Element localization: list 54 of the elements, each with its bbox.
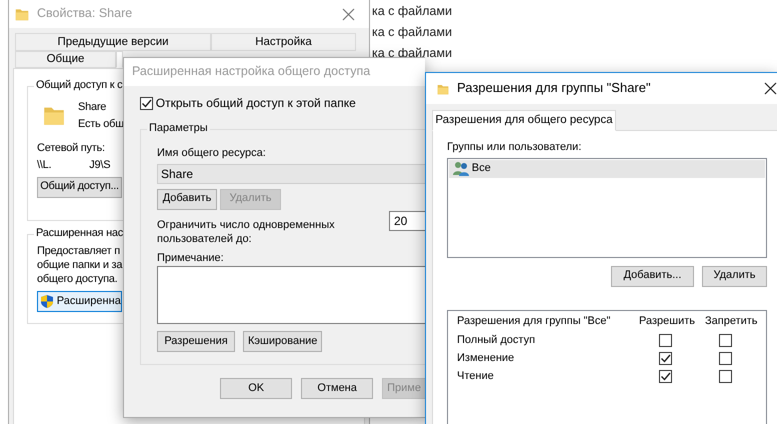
shield-icon: [40, 294, 54, 309]
users-icon: [453, 161, 469, 176]
button[interactable]: OK: [220, 378, 292, 399]
list-item-text: ка с файлами: [372, 25, 452, 40]
users-list[interactable]: Все: [447, 158, 767, 258]
tab[interactable]: Общие: [15, 51, 116, 68]
description-text: общего доступа.: [37, 272, 118, 286]
path-label: Сетевой путь:: [37, 142, 105, 156]
column-header: Разрешить: [639, 314, 695, 328]
button[interactable]: Удалить: [702, 266, 767, 287]
list-label: Группы или пользователи:: [447, 141, 582, 155]
checkbox[interactable]: [719, 370, 732, 383]
checkbox[interactable]: [140, 97, 153, 110]
button[interactable]: Кэширование: [243, 331, 322, 352]
checkbox-label: Открыть общий доступ к этой папке: [156, 96, 356, 111]
network-path: J9\S: [89, 159, 110, 173]
description-text: Предоставляет п: [37, 244, 120, 258]
tab[interactable]: Предыдущие версии: [15, 33, 211, 51]
limit-label: Ограничить число одновременных пользователей до:: [157, 218, 336, 246]
checkbox[interactable]: [659, 370, 672, 383]
description-text: общие папки и за: [37, 258, 122, 272]
network-path: \\L.: [37, 159, 52, 173]
permission-name: Полный доступ: [457, 334, 536, 348]
folder-name: Share: [78, 101, 108, 115]
column-header: Запретить: [704, 314, 758, 328]
window-title: Расширенная настройка общего доступа: [132, 64, 370, 80]
button[interactable]: Отмена: [301, 378, 374, 399]
limit-field[interactable]: 20: [389, 210, 425, 231]
list-item[interactable]: Все: [449, 160, 765, 178]
window-title: Свойства: Share: [37, 6, 132, 22]
close-button[interactable]: [764, 82, 777, 95]
checkbox[interactable]: [719, 334, 732, 347]
permissions-header: Разрешения для группы "Все": [457, 314, 612, 328]
checkbox[interactable]: [719, 352, 732, 365]
window-title: Разрешения для группы "Share": [457, 80, 651, 97]
button[interactable]: Добавить: [157, 188, 217, 210]
field-label: Имя общего ресурса:: [157, 147, 266, 161]
group-title: Расширенная нас: [34, 227, 126, 241]
permission-name: Чтение: [457, 370, 495, 384]
field-label: Примечание:: [157, 252, 224, 266]
tab[interactable]: Разрешения для общего ресурса: [432, 110, 616, 131]
permission-name: Изменение: [457, 352, 516, 366]
group-title: Общий доступ к с: [34, 79, 124, 93]
checkbox[interactable]: [659, 334, 672, 347]
group-title: Параметры: [147, 122, 210, 136]
button[interactable]: Разрешения: [157, 331, 235, 352]
advanced-sharing-button[interactable]: Расширенна: [37, 291, 122, 312]
comment-field[interactable]: [157, 266, 425, 324]
list-item-text: ка с файлами: [372, 4, 452, 19]
share-button[interactable]: Общий доступ...: [37, 176, 122, 198]
tab[interactable]: Настройка: [211, 33, 356, 51]
list-item-text: ка с файлами: [372, 46, 452, 61]
button[interactable]: Добавить...: [611, 266, 694, 287]
checkbox[interactable]: [659, 352, 672, 365]
